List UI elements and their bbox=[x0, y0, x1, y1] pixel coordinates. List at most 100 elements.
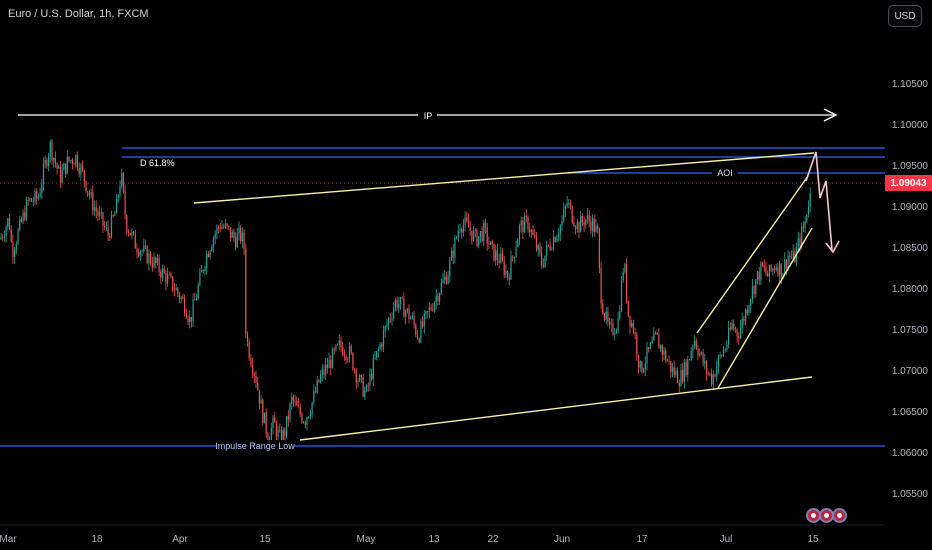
candle-body bbox=[750, 299, 752, 307]
candle-body bbox=[802, 226, 804, 228]
candle-body bbox=[362, 376, 364, 397]
candle-body bbox=[262, 399, 264, 424]
candle-body bbox=[578, 222, 580, 233]
candle-body bbox=[99, 212, 101, 216]
candle-body bbox=[442, 279, 444, 283]
candle-body bbox=[784, 259, 786, 274]
candle-body bbox=[726, 344, 728, 350]
candle-body bbox=[226, 223, 228, 227]
candle-body bbox=[100, 212, 102, 214]
candle-body bbox=[585, 219, 587, 226]
candle-body bbox=[722, 350, 725, 356]
candle-body bbox=[58, 166, 60, 169]
candle-body bbox=[146, 246, 148, 264]
candle-body bbox=[610, 323, 612, 325]
candle-body bbox=[461, 229, 463, 233]
candle-body bbox=[622, 272, 624, 281]
chart-canvas[interactable]: D 61.8% AOI Impulse Range Low IP 1.10500 1.1… bbox=[0, 0, 932, 550]
currency-button[interactable]: USD bbox=[888, 5, 922, 27]
candle-body bbox=[95, 207, 97, 212]
candle-body bbox=[246, 334, 249, 343]
candle-body bbox=[437, 295, 439, 302]
candle-body bbox=[393, 308, 395, 319]
candle-body bbox=[386, 324, 388, 327]
candle-body bbox=[263, 412, 266, 424]
candle-body bbox=[133, 231, 135, 233]
candle-body bbox=[212, 237, 215, 247]
candle-body bbox=[343, 355, 345, 357]
candle-body bbox=[214, 233, 216, 238]
candle-body bbox=[80, 165, 82, 175]
y-tick-label: 1.09000 bbox=[892, 202, 929, 213]
candle-body bbox=[323, 369, 325, 375]
candle bbox=[620, 276, 623, 313]
candle-body bbox=[372, 358, 374, 380]
candle-body bbox=[231, 231, 233, 238]
candle-body bbox=[340, 340, 342, 348]
candle-body bbox=[733, 323, 735, 329]
candle-body bbox=[71, 160, 73, 164]
candle-body bbox=[178, 293, 181, 300]
candle-body bbox=[609, 321, 611, 325]
x-tick-label: Apr bbox=[172, 534, 188, 545]
candle-body bbox=[224, 223, 226, 228]
candle-body bbox=[49, 141, 51, 156]
candle-body bbox=[697, 348, 699, 356]
candle-body bbox=[680, 369, 682, 387]
ip-label: IP bbox=[424, 111, 433, 121]
candle-body bbox=[561, 221, 563, 226]
candle bbox=[493, 243, 495, 262]
candle-body bbox=[190, 317, 192, 322]
candle-body bbox=[462, 224, 464, 233]
candle-body bbox=[102, 212, 104, 226]
candle-body bbox=[326, 364, 328, 369]
candle-body bbox=[92, 192, 94, 211]
candle-body bbox=[121, 173, 123, 186]
candle bbox=[85, 180, 87, 193]
candle-body bbox=[126, 215, 128, 233]
candle-body bbox=[257, 383, 259, 390]
candle-body bbox=[313, 391, 315, 403]
y-tick-label: 1.07000 bbox=[892, 366, 929, 377]
candle-body bbox=[70, 160, 72, 161]
economic-events[interactable] bbox=[806, 507, 850, 525]
candle-body bbox=[456, 237, 458, 239]
candle-body bbox=[767, 273, 769, 277]
candle-body bbox=[481, 231, 483, 242]
candle-body bbox=[160, 271, 162, 278]
candle-body bbox=[325, 364, 327, 375]
x-tick-label: 15 bbox=[259, 534, 271, 545]
candle-body bbox=[241, 232, 243, 242]
candle-body bbox=[187, 317, 189, 322]
candle-body bbox=[41, 184, 43, 194]
candle-body bbox=[473, 230, 475, 241]
candle-body bbox=[626, 264, 628, 301]
candle-body bbox=[801, 226, 803, 246]
candle-body bbox=[474, 229, 476, 231]
candle-body bbox=[719, 355, 721, 357]
candle-body bbox=[90, 192, 92, 196]
candle-body bbox=[705, 361, 708, 374]
candle-body bbox=[743, 318, 745, 322]
candle-body bbox=[450, 250, 453, 261]
candle-body bbox=[109, 235, 111, 238]
candle-body bbox=[151, 263, 153, 268]
x-tick-label: Jun bbox=[554, 534, 570, 545]
candle-body bbox=[384, 326, 386, 332]
event-flag-icon[interactable] bbox=[832, 508, 847, 523]
candle-body bbox=[484, 222, 487, 228]
candle-body bbox=[588, 215, 590, 222]
candle-body bbox=[192, 299, 194, 322]
aoi-label: AOI bbox=[717, 168, 733, 178]
candle-body bbox=[44, 160, 46, 164]
candle-body bbox=[357, 381, 359, 383]
candle-body bbox=[427, 311, 429, 313]
candle-body bbox=[250, 357, 252, 365]
candle-body bbox=[309, 414, 311, 417]
candle-body bbox=[651, 340, 653, 344]
candle-body bbox=[508, 277, 510, 280]
candle-body bbox=[598, 228, 600, 268]
symbol-title[interactable]: Euro / U.S. Dollar, 1h, FXCM bbox=[8, 8, 149, 20]
candle-body bbox=[454, 237, 456, 258]
candle-body bbox=[184, 298, 186, 314]
